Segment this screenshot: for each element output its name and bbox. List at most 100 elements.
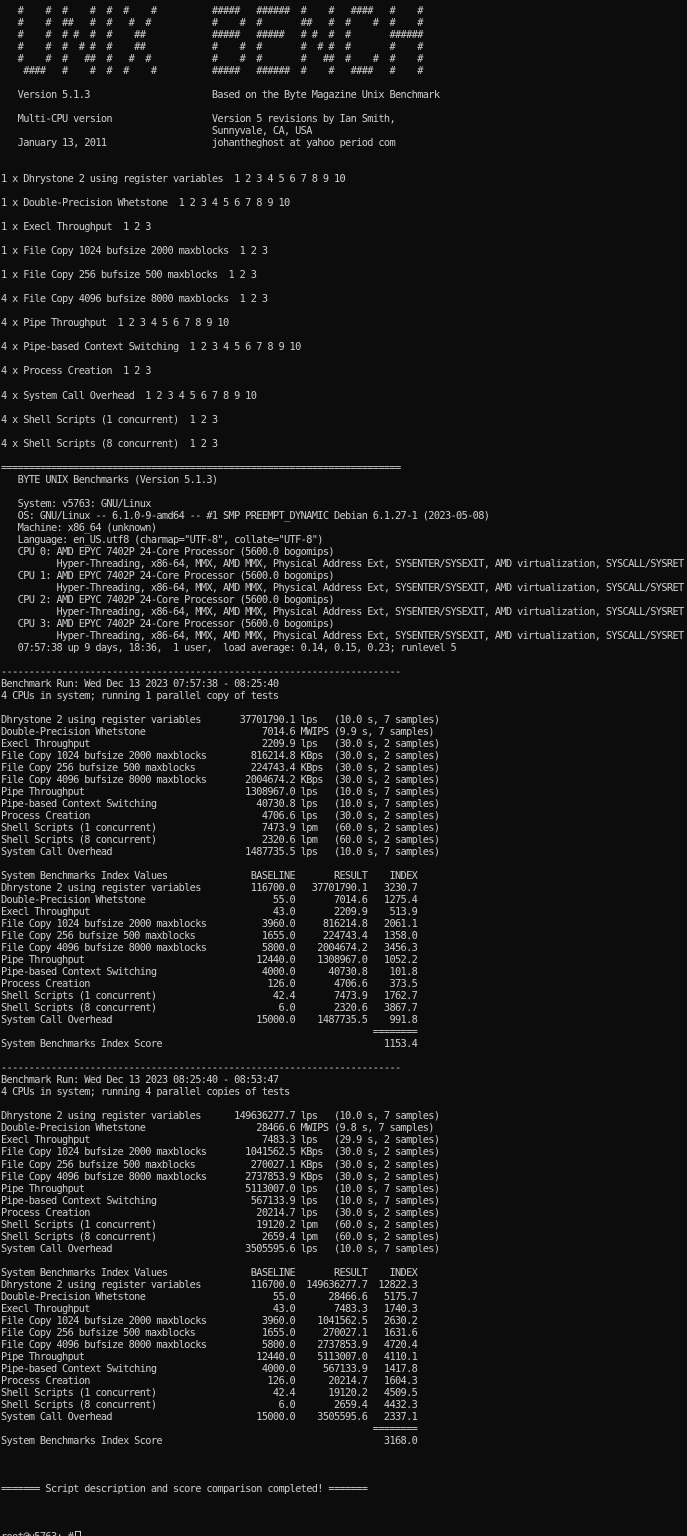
terminal-line: File Copy 4096 bufsize 8000 maxblocks 58… [1,1338,418,1351]
terminal-line: Double-Precision Whetstone 7014.6 MWIPS … [1,725,434,738]
terminal-line: 4 x Shell Scripts (1 concurrent) 1 2 3 [1,413,218,426]
terminal-line: File Copy 256 bufsize 500 maxblocks 1655… [1,930,418,943]
terminal-line: System Benchmarks Index Values BASELINE … [1,1266,418,1279]
terminal-line: 1 x Double-Precision Whetstone 1 2 3 4 5… [1,197,290,210]
terminal-line: ======= Script description and score com… [1,1482,368,1495]
terminal-line: Pipe-based Context Switching 4000.0 5671… [1,1362,418,1375]
text-cursor [75,1531,82,1536]
terminal-line: File Copy 4096 bufsize 8000 maxblocks 20… [1,774,440,786]
terminal-line: 4 x File Copy 4096 bufsize 8000 maxblock… [1,293,268,306]
terminal-line: System Call Overhead 1487735.5 lps (10.0… [1,846,440,859]
terminal-line: Dhrystone 2 using register variables 149… [1,1110,440,1123]
terminal-line: File Copy 4096 bufsize 8000 maxblocks 27… [1,1170,440,1183]
terminal-line: 4 CPUs in system; running 4 parallel cop… [1,1086,290,1099]
terminal-line: System Call Overhead 15000.0 3505595.6 2… [1,1410,418,1423]
terminal-line: ----------------------------------------… [1,1062,401,1075]
shell-prompt: root@v5763:~# [1,1531,74,1536]
terminal-line: Process Creation 126.0 4706.6 373.5 [1,978,418,991]
terminal-line: 1 x Dhrystone 2 using register variables… [1,173,346,186]
terminal-line: Pipe Throughput 12440.0 5113007.0 4110.1 [1,1350,418,1363]
terminal-line: System Call Overhead 3505595.6 lps (10.0… [1,1242,440,1255]
terminal-line: 4 x System Call Overhead 1 2 3 4 5 6 7 8… [1,389,257,402]
terminal-line: Execl Throughput 43.0 7483.3 1740.3 [1,1302,418,1315]
terminal-line: 4 x Process Creation 1 2 3 [1,365,151,378]
terminal-line: Shell Scripts (8 concurrent) 2320.6 lpm … [1,834,440,847]
terminal-line: Shell Scripts (8 concurrent) 6.0 2659.4 … [1,1398,418,1411]
terminal-line: Shell Scripts (1 concurrent) 42.4 19120.… [1,1386,418,1399]
terminal-line: # # # # # # ## # # # # # # # # # [1,41,424,54]
terminal-line: Dhrystone 2 using register variables 377… [1,713,440,726]
terminal-line: Pipe-based Context Switching 4000.0 4073… [1,966,418,979]
terminal-line: 1 x File Copy 256 bufsize 500 maxblocks … [1,269,257,282]
terminal-line: Process Creation 126.0 20214.7 1604.3 [1,1374,418,1387]
terminal-line: ======== [1,1026,418,1039]
terminal-line: Shell Scripts (1 concurrent) 7473.9 lpm … [1,822,440,835]
terminal-line: #### # # # # # ##### ###### # # #### # # [1,65,423,78]
terminal-line: File Copy 1024 bufsize 2000 maxblocks 81… [1,749,440,762]
terminal-line: Benchmark Run: Wed Dec 13 2023 07:57:38 … [1,677,279,690]
terminal-line: System Benchmarks Index Score 1153.4 [1,1038,418,1051]
terminal-line: 4 x Pipe Throughput 1 2 3 4 5 6 7 8 9 10 [1,317,229,330]
shell-prompt-line[interactable]: root@v5763:~# [1,1531,684,1536]
terminal-line: System Benchmarks Index Score 3168.0 [1,1434,418,1447]
terminal-line: File Copy 1024 bufsize 2000 maxblocks 39… [1,918,418,931]
terminal-line: Language: en_US.utf8 (charmap="UTF-8", c… [1,533,324,546]
terminal-line: Sunnyvale, CA, USA [1,125,313,138]
terminal-line: Hyper-Threading, x86-64, MMX, AMD MMX, P… [1,581,684,594]
terminal-line: # # ## # # # # # # # ## # # # # # [1,17,424,30]
terminal-line: Pipe Throughput 12440.0 1308967.0 1052.2 [1,954,418,967]
terminal-line: Double-Precision Whetstone 55.0 28466.6 … [1,1290,418,1303]
terminal-line: Shell Scripts (1 concurrent) 19120.2 lpm… [1,1218,440,1231]
terminal-line: File Copy 1024 bufsize 2000 maxblocks 39… [1,1314,418,1327]
terminal-line: File Copy 256 bufsize 500 maxblocks 2247… [1,761,440,774]
terminal-line: ======== [1,1422,418,1435]
terminal-line: Process Creation 20214.7 lps (30.0 s, 2 … [1,1206,440,1219]
terminal-line: # # # # # # ## ##### ##### # # # # #####… [1,29,424,42]
terminal-line: # # # ## # # # # # # # ## # # # # [1,53,424,66]
terminal-line: CPU 0: AMD EPYC 7402P 24-Core Processor … [1,545,335,558]
terminal-line: OS: GNU/Linux -- 6.1.0-9-amd64 -- #1 SMP… [1,509,490,522]
terminal-line: 4 x Shell Scripts (8 concurrent) 1 2 3 [1,437,218,450]
terminal-line: CPU 1: AMD EPYC 7402P 24-Core Processor … [1,569,335,582]
terminal-line: Pipe Throughput 1308967.0 lps (10.0 s, 7… [1,786,440,799]
terminal-line: 1 x Execl Throughput 1 2 3 [1,221,151,234]
terminal-line: ========================================… [1,461,401,474]
terminal-line: BYTE UNIX Benchmarks (Version 5.1.3) [1,473,218,486]
terminal-line: Machine: x86_64 (unknown) [1,521,157,534]
terminal-line: Version 5.1.3 Based on the Byte Magazine… [1,89,440,102]
terminal-line: CPU 3: AMD EPYC 7402P 24-Core Processor … [1,617,335,630]
terminal-line: Shell Scripts (1 concurrent) 42.4 7473.9… [1,990,418,1003]
terminal-line: File Copy 1024 bufsize 2000 maxblocks 10… [1,1146,440,1159]
terminal-line: # # # # # # # ##### ###### # # #### # # [1,5,424,17]
terminal-line: File Copy 256 bufsize 500 maxblocks 1655… [1,1326,418,1339]
terminal-line: 4 CPUs in system; running 1 parallel cop… [1,689,279,702]
terminal-window[interactable]: # # # # # # # ##### ###### # # #### # # … [0,0,687,1536]
terminal-line: Shell Scripts (8 concurrent) 2659.4 lpm … [1,1230,440,1243]
terminal-line: Process Creation 4706.6 lps (30.0 s, 2 s… [1,810,440,823]
terminal-line: 1 x File Copy 1024 bufsize 2000 maxblock… [1,245,268,258]
